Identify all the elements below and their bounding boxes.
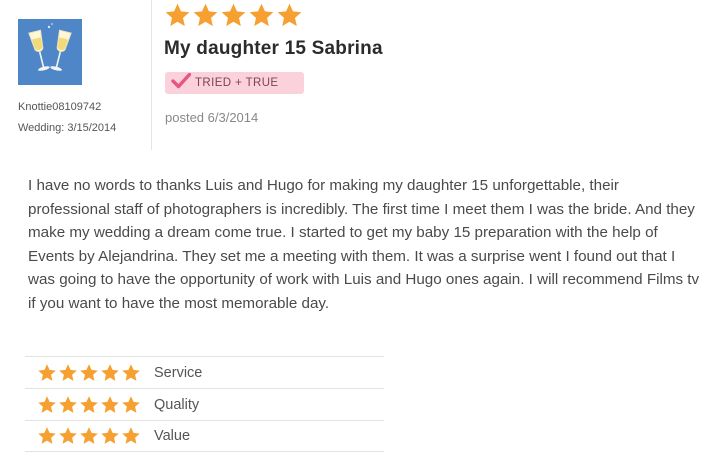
star-icon — [37, 426, 57, 446]
star-icon — [121, 426, 141, 446]
star-icon — [58, 363, 78, 383]
rating-label-service: Service — [154, 364, 203, 381]
review-title: My daughter 15 Sabrina — [164, 38, 383, 59]
star-icon — [220, 2, 247, 29]
champagne-glasses-icon — [18, 19, 82, 85]
rating-label-quality: Quality — [154, 396, 200, 413]
star-icon — [121, 395, 141, 415]
rating-row-quality: Quality — [25, 388, 384, 420]
star-icon — [79, 426, 99, 446]
avatar[interactable] — [18, 19, 82, 85]
rating-row-value: Value — [25, 420, 384, 452]
star-icon — [100, 363, 120, 383]
rating-row-service: Service — [25, 356, 384, 388]
value-stars — [37, 426, 142, 446]
service-stars — [37, 363, 142, 383]
badge-label: TRIED + TRUE — [195, 77, 279, 89]
review-body: I have no words to thanks Luis and Hugo … — [28, 177, 700, 312]
posted-date: posted 6/3/2014 — [165, 110, 259, 125]
star-icon — [121, 363, 141, 383]
wedding-date: Wedding: 3/15/2014 — [18, 122, 117, 134]
checkmark-icon — [171, 72, 192, 94]
star-icon — [79, 363, 99, 383]
star-icon — [100, 395, 120, 415]
quality-stars — [37, 395, 142, 415]
star-icon — [100, 426, 120, 446]
star-icon — [164, 2, 191, 29]
star-icon — [58, 426, 78, 446]
star-icon — [79, 395, 99, 415]
overall-rating-stars — [164, 2, 304, 29]
tried-true-badge: TRIED + TRUE — [165, 72, 304, 94]
reviewer-username[interactable]: Knottie08109742 — [18, 101, 101, 113]
star-icon — [37, 363, 57, 383]
star-icon — [276, 2, 303, 29]
category-ratings: Service Quality Value — [25, 356, 384, 452]
star-icon — [192, 2, 219, 29]
star-icon — [58, 395, 78, 415]
star-icon — [248, 2, 275, 29]
star-icon — [37, 395, 57, 415]
rating-label-value: Value — [154, 428, 191, 444]
reviewer-panel: Knottie08109742 Wedding: 3/15/2014 — [0, 0, 152, 150]
